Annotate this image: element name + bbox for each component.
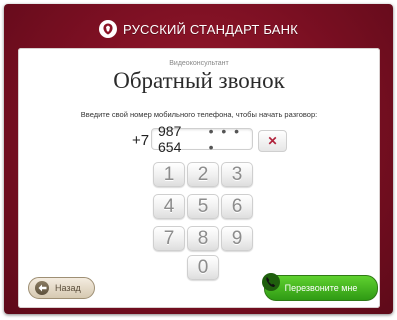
keypad-key-7[interactable]: 7 xyxy=(153,226,185,251)
country-code: +7 xyxy=(132,132,150,149)
back-button-label: Назад xyxy=(55,283,81,293)
phone-input[interactable]: 987 654 • • • • xyxy=(151,123,253,155)
back-button[interactable]: Назад xyxy=(28,277,95,299)
close-icon: ✕ xyxy=(267,134,278,148)
callback-button-label: Перезвоните мне xyxy=(284,283,358,293)
phone-icon xyxy=(261,272,281,292)
callback-panel: Видеоконсультант Обратный звонок Введите… xyxy=(18,48,380,308)
keypad-key-4[interactable]: 4 xyxy=(153,194,185,219)
phone-mask: • • • • xyxy=(208,123,242,155)
phone-value: 987 654 xyxy=(158,123,182,155)
keypad-key-1[interactable]: 1 xyxy=(153,162,185,187)
clear-button[interactable]: ✕ xyxy=(258,130,287,152)
keypad-key-5[interactable]: 5 xyxy=(187,194,219,219)
section-label: Видеоконсультант xyxy=(169,60,229,67)
brand-name: РУССКИЙ СТАНДАРТ БАНК xyxy=(122,21,298,37)
keypad-key-9[interactable]: 9 xyxy=(221,226,253,251)
header: РУССКИЙ СТАНДАРТ БАНК xyxy=(4,17,393,41)
page-title: Обратный звонок xyxy=(113,68,285,93)
app-frame: РУССКИЙ СТАНДАРТ БАНК Видеоконсультант О… xyxy=(4,4,393,314)
bank-logo-icon xyxy=(98,20,117,38)
keypad-key-0[interactable]: 0 xyxy=(187,255,219,280)
keypad-key-6[interactable]: 6 xyxy=(221,194,253,219)
keypad-key-3[interactable]: 3 xyxy=(221,162,253,187)
arrow-left-icon xyxy=(35,281,49,295)
keypad-key-2[interactable]: 2 xyxy=(187,162,219,187)
callback-button[interactable]: Перезвоните мне xyxy=(261,272,378,301)
instruction-text: Введите свой номер мобильного телефона, … xyxy=(80,110,318,119)
keypad-key-8[interactable]: 8 xyxy=(187,226,219,251)
